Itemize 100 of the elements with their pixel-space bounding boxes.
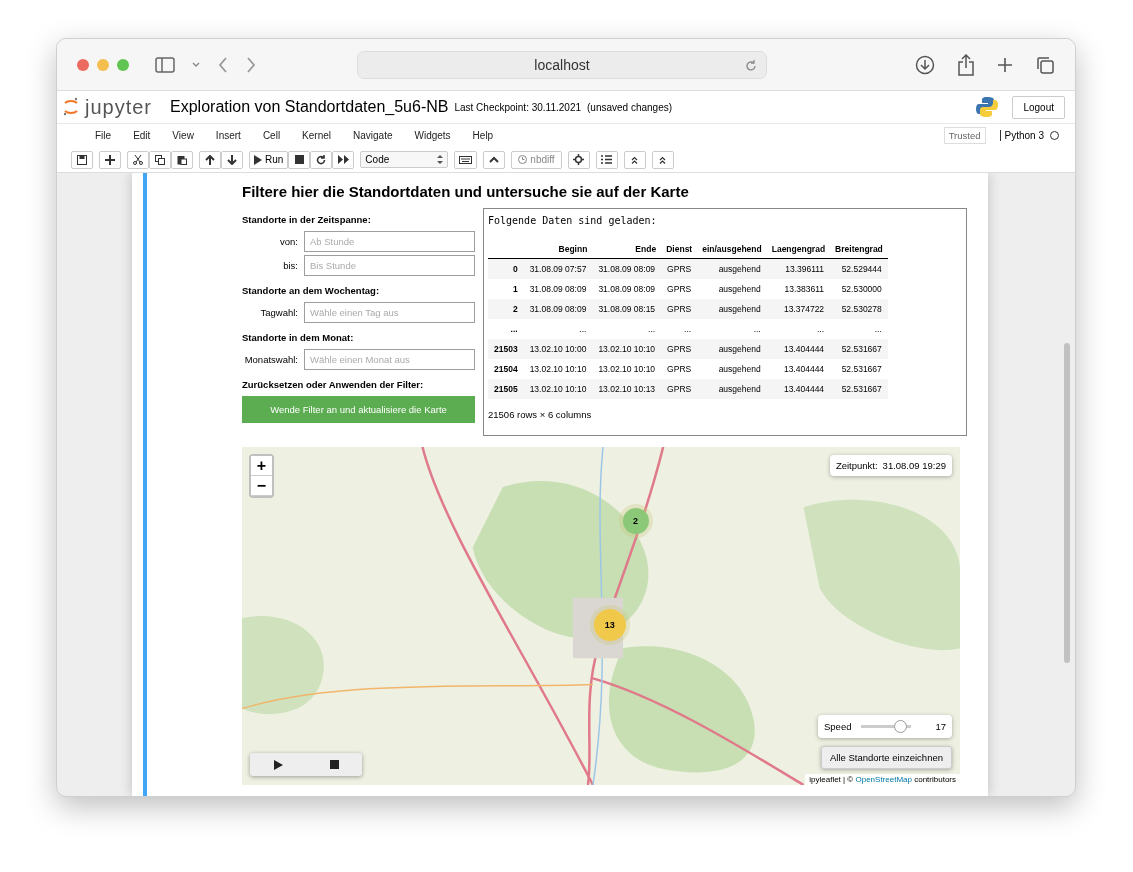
move-top-button[interactable] [623, 150, 646, 169]
collapse-button[interactable] [483, 150, 506, 169]
jupyter-logo-text[interactable]: jupyter [85, 95, 153, 119]
save-button[interactable] [71, 150, 93, 169]
stop-button[interactable] [288, 150, 311, 169]
move-up-button[interactable] [199, 150, 221, 169]
time-value: 31.08.09 19:29 [882, 460, 946, 471]
move-down-button[interactable] [221, 150, 243, 169]
logout-button[interactable]: Logout [1012, 95, 1065, 119]
table-cell: 31.08.09 08:09 [529, 284, 587, 294]
forward-icon[interactable] [245, 55, 257, 74]
copy-button[interactable] [149, 150, 171, 169]
table-cell: 31.08.09 07:57 [529, 264, 587, 274]
address-bar[interactable]: localhost [357, 50, 767, 79]
crosshair-icon [573, 154, 585, 165]
fast-forward-icon [337, 155, 349, 164]
keyboard-button[interactable] [454, 150, 478, 169]
share-icon[interactable] [957, 53, 975, 76]
arrow-up-icon [205, 154, 215, 165]
run-button[interactable]: Run [249, 150, 289, 169]
menu-item[interactable]: View [161, 130, 205, 141]
copy-icon [155, 154, 165, 165]
close-window-button[interactable] [77, 58, 89, 71]
play-icon [254, 154, 262, 165]
field-label: Tagwahl: [259, 307, 299, 318]
menu-item[interactable]: Edit [122, 130, 162, 141]
menu-item[interactable]: Cell [251, 130, 292, 141]
table-cell: ... [510, 324, 518, 334]
table-cell: 52.531667 [841, 384, 882, 394]
double-chevron-up-icon [659, 155, 667, 164]
slider-thumb[interactable] [894, 720, 908, 733]
move-top-button[interactable] [651, 150, 674, 169]
filter-section-label: Standorte in dem Monat: [242, 332, 355, 343]
list-icon [601, 155, 613, 164]
input-field[interactable]: Wähle einen Tag aus [304, 302, 475, 323]
cell-type-dropdown[interactable]: Code [360, 151, 449, 168]
paste-button[interactable] [171, 150, 193, 169]
table-cell: 21504 [494, 364, 518, 374]
clipboard-icon [177, 154, 187, 165]
restart-button[interactable] [310, 150, 333, 169]
sidebar-icon[interactable] [155, 56, 175, 73]
chevron-up-icon [489, 156, 500, 163]
table-cell: 13.404444 [783, 344, 825, 354]
field-label: Monatswahl: [243, 354, 299, 365]
download-icon[interactable] [915, 54, 935, 75]
table-cell: ... [817, 324, 825, 334]
field-label: von: [279, 236, 299, 247]
crosshair-button[interactable] [567, 150, 590, 169]
column-header: Laengengrad [771, 244, 826, 254]
time-label: Zeitpunkt: [835, 460, 878, 471]
table-cell: ausgehend [718, 264, 761, 274]
output-caption: Folgende Daten sind geladen: [488, 215, 658, 226]
attribution-link[interactable]: OpenStreetMap [855, 775, 912, 784]
column-header: ein/ausgehend [702, 244, 762, 254]
table-cell: GPRS [667, 364, 692, 374]
table-cell: 52.531667 [841, 344, 882, 354]
keyboard-icon [459, 155, 473, 164]
checkpoint-text: Last Checkpoint: 30.11.2021 [454, 101, 581, 113]
cut-button[interactable] [127, 150, 149, 169]
table-cell: 21503 [494, 344, 518, 354]
menu-item[interactable]: Navigate [342, 130, 404, 141]
notebook-title[interactable]: Exploration von Standortdaten_5u6-NB [170, 98, 449, 116]
insert-cell-button[interactable] [99, 150, 121, 169]
table-cell: 13.02.10 10:10 [598, 364, 656, 374]
back-icon[interactable] [217, 55, 229, 74]
zoom-in-button[interactable]: + [251, 456, 272, 476]
plus-icon[interactable] [997, 56, 1013, 73]
chevron-down-icon[interactable] [191, 60, 201, 69]
table-cell: 13.383611 [784, 284, 825, 294]
table-cell: ... [579, 324, 587, 334]
menu-item[interactable]: Kernel [291, 130, 342, 141]
map-placeholder[interactable]: + − Zeitpunkt: 31.08.09 19:29 2 13 Speed 17 Alle Standorte einzeichnen ipyleaflet | © OpenStreetMap contributors [242, 447, 960, 785]
table-cell: 1 [512, 284, 518, 294]
table-cell: GPRS [667, 284, 692, 294]
table-cell: 13.404444 [783, 384, 825, 394]
menu-item[interactable]: Help [461, 130, 505, 141]
column-header: Beginn [558, 244, 588, 254]
list-button[interactable] [595, 150, 618, 169]
table-cell: GPRS [667, 264, 692, 274]
table-cell: 13.02.10 10:10 [598, 344, 656, 354]
menu-item[interactable]: File [84, 130, 123, 141]
table-cell: ausgehend [718, 344, 761, 354]
input-field[interactable]: Ab Stunde [304, 231, 475, 252]
draw-all-button[interactable]: Alle Standorte einzeichnen [820, 746, 952, 769]
reload-icon[interactable] [744, 58, 758, 73]
table-cell: ausgehend [718, 304, 761, 314]
menu-item[interactable]: Insert [204, 130, 252, 141]
trusted-indicator[interactable]: Trusted [943, 127, 986, 144]
tabs-icon[interactable] [1035, 54, 1055, 75]
updown-icon [437, 155, 444, 164]
menu-item[interactable]: Widgets [403, 130, 462, 141]
filter-section-label: Standorte an dem Wochentag: [242, 285, 381, 296]
speed-value: 17 [935, 721, 946, 732]
table-cell: 13.374722 [783, 304, 825, 314]
input-field[interactable]: Bis Stunde [304, 255, 475, 276]
input-field[interactable]: Wähle einen Monat aus [304, 349, 475, 370]
table-cell: 31.08.09 08:09 [598, 264, 656, 274]
fast-forward-button[interactable] [332, 150, 355, 169]
section-heading: Filtere hier die Standortdaten und untersuche sie auf der Karte [242, 183, 690, 200]
nbdiff-button[interactable]: nbdiff [511, 150, 562, 169]
